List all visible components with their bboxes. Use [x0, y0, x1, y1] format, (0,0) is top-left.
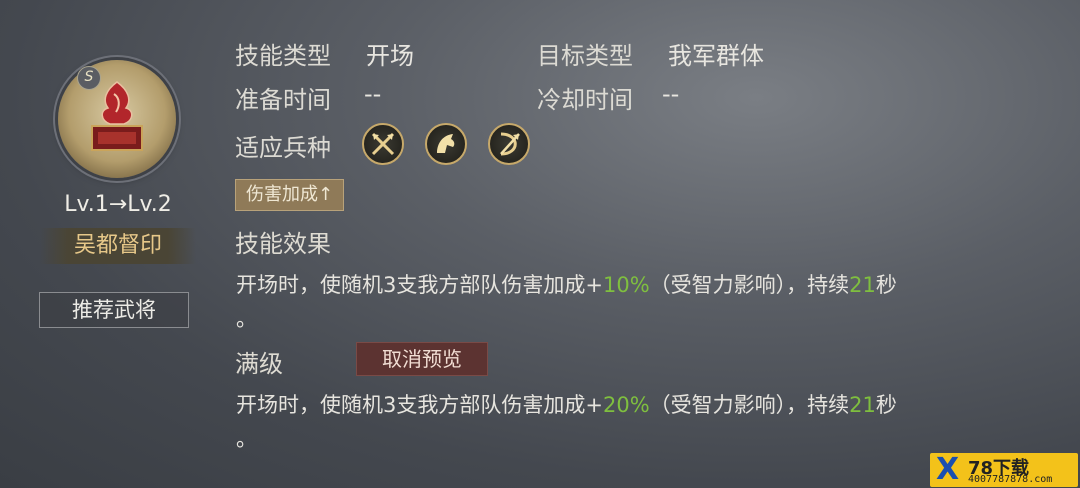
- effect-duration-value: 21: [849, 273, 876, 297]
- item-name: 吴都督印: [40, 228, 196, 264]
- max-effect-text-suffix: 秒: [875, 393, 897, 417]
- skill-effect-text: 开场时，使随机3支我方部队伤害加成+10%（受智力影响），持续21秒。: [236, 268, 1036, 336]
- cooldown-value: --: [662, 80, 680, 108]
- max-effect-bonus-value: 20%: [602, 393, 650, 417]
- skill-type-label: 技能类型: [235, 42, 331, 70]
- effect-text-prefix: 开场时，使随机3支我方部队伤害加成+: [236, 273, 603, 297]
- level-text: Lv.1→Lv.2: [64, 192, 172, 217]
- cancel-preview-button[interactable]: 取消预览: [356, 342, 488, 376]
- watermark-x-mark: X: [936, 452, 960, 487]
- item-emblem: [58, 60, 176, 178]
- max-effect-text-end: 。: [236, 427, 257, 451]
- target-type-label: 目标类型: [537, 42, 633, 70]
- target-type-value: 我军群体: [668, 42, 764, 70]
- cavalry-horse-icon[interactable]: [425, 123, 467, 165]
- grade-badge: S: [77, 66, 101, 90]
- max-effect-text-middle: （受智力影响），持续: [649, 393, 850, 417]
- max-effect-text-prefix: 开场时，使随机3支我方部队伤害加成+: [236, 393, 603, 417]
- archer-bow-icon[interactable]: [488, 123, 530, 165]
- max-level-title: 满级: [235, 350, 283, 378]
- spear-infantry-icon[interactable]: [362, 123, 404, 165]
- max-level-effect-text: 开场时，使随机3支我方部队伤害加成+20%（受智力影响），持续21秒。: [236, 388, 1036, 456]
- max-effect-duration-value: 21: [849, 393, 876, 417]
- effect-bonus-value: 10%: [602, 273, 650, 297]
- skill-effect-title: 技能效果: [235, 230, 331, 258]
- recommend-generals-button[interactable]: 推荐武将: [39, 292, 189, 328]
- prep-time-label: 准备时间: [235, 86, 331, 114]
- effect-text-end: 。: [236, 307, 257, 331]
- skill-type-value: 开场: [366, 42, 414, 70]
- damage-bonus-tag: 伤害加成↑: [235, 179, 345, 211]
- prep-time-value: --: [364, 80, 382, 108]
- effect-text-middle: （受智力影响），持续: [649, 273, 850, 297]
- watermark-url: 4007787878.com: [968, 474, 1053, 485]
- troop-types-label: 适应兵种: [235, 134, 331, 162]
- effect-text-suffix: 秒: [875, 273, 897, 297]
- seal-icon: [91, 81, 143, 151]
- cooldown-label: 冷却时间: [537, 86, 633, 114]
